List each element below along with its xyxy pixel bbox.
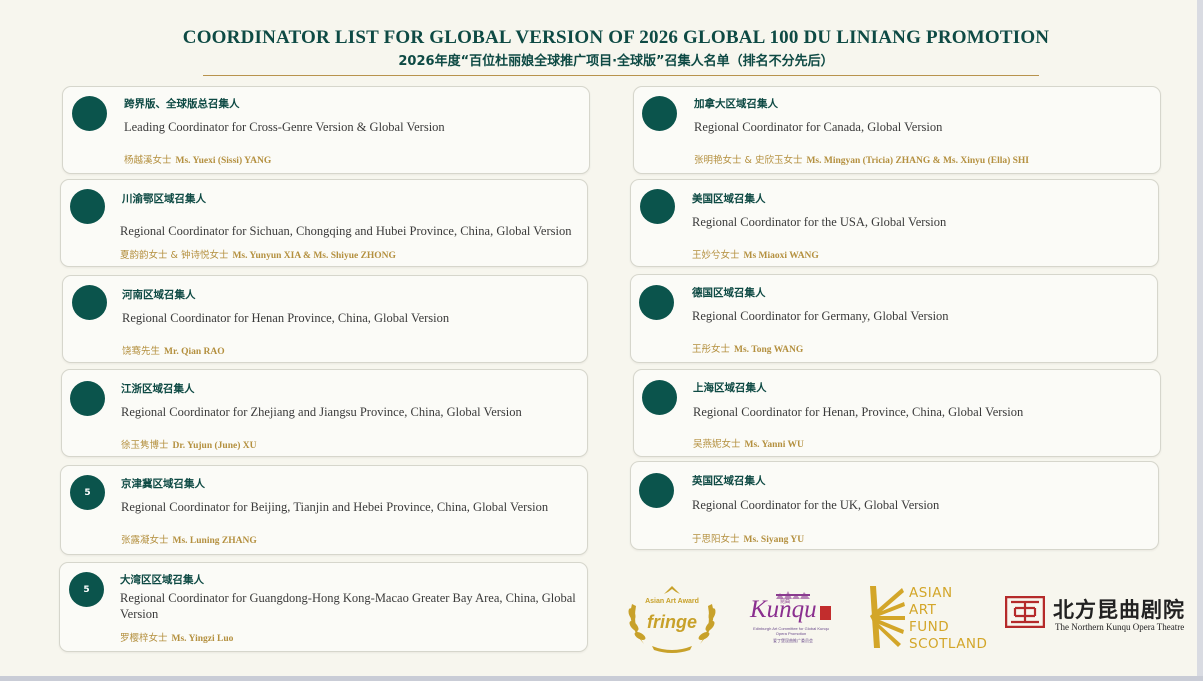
role-en: Regional Coordinator for the USA, Global… [692, 215, 947, 229]
role-cn: 加拿大区域召集人 [694, 98, 778, 110]
role-en: Regional Coordinator for the UK, Global … [692, 498, 940, 512]
coordinator-name: 张明艳女士 & 史欣玉女士 Ms. Mingyan (Tricia) ZHANG … [694, 155, 1030, 166]
badge-dot [639, 285, 674, 320]
badge-dot [642, 96, 677, 131]
kunqu-logo: 昆曲 Kunqu Edinburgh Art Committee for Glo… [750, 586, 836, 646]
fringe-wordmark: fringe [646, 612, 697, 632]
coordinator-card: 5 大湾区区域召集人 Regional Coordinator for Guan… [59, 562, 588, 652]
asian-art-fund-logo: ASIAN ART FUND SCOTLAND [866, 584, 988, 654]
coordinator-name: 罗樱梓女士 Ms. Yingzi Luo [120, 633, 234, 644]
coordinator-name: 杨越溪女士 Ms. Yuexi (Sissi) YANG [124, 155, 272, 166]
role-cn: 德国区域召集人 [692, 287, 766, 299]
role-en: Regional Coordinator for Canada, Global … [694, 120, 943, 134]
role-cn: 河南区域召集人 [122, 289, 196, 301]
kunqu-skyline-icon [776, 586, 810, 599]
kunqu-seal-icon [820, 606, 831, 620]
coordinator-name: 王彤女士 Ms. Tong WANG [692, 344, 804, 355]
badge-dot [70, 189, 105, 224]
coordinator-card: 跨界版、全球版总召集人 Leading Coordinator for Cros… [62, 86, 590, 174]
role-cn: 大湾区区域召集人 [120, 574, 204, 586]
coordinator-card: 美国区域召集人 Regional Coordinator for the USA… [630, 179, 1159, 267]
page-title: COORDINATOR LIST FOR GLOBAL VERSION OF 2… [182, 27, 1050, 48]
nkot-name-cn: 北方昆曲剧院 [1053, 597, 1185, 622]
kunqu-wordmark: Kunqu [750, 596, 817, 623]
northern-kunqu-logo: 北方昆曲剧院 The Northern Kunqu Opera Theatre [1005, 596, 1195, 636]
aaf-line-3: FUND [909, 619, 950, 635]
fringe-award-label: Asian Art Award [645, 598, 699, 605]
coordinator-name: 吴燕妮女士 Ms. Yanni WU [693, 439, 804, 450]
role-en: Regional Coordinator for Beijing, Tianji… [121, 500, 549, 514]
sunburst-icon [870, 586, 905, 648]
role-cn: 川渝鄂区域召集人 [122, 193, 206, 205]
kunqu-subtitle-cn: 爱丁堡昆曲推广委员会 [773, 638, 813, 643]
coordinator-card: 上海区域召集人 Regional Coordinator for Henan, … [633, 369, 1161, 457]
coordinator-card: 英国区域召集人 Regional Coordinator for the UK,… [630, 461, 1159, 550]
role-cn: 英国区域召集人 [692, 475, 766, 487]
coordinator-name: 饶骞先生 Mr. Qian RAO [122, 346, 225, 357]
coordinator-card: 德国区域召集人 Regional Coordinator for Germany… [630, 274, 1158, 363]
role-cn: 上海区域召集人 [693, 382, 767, 394]
coordinator-name: 张露凝女士 Ms. Luning ZHANG [121, 535, 257, 546]
title-divider [203, 75, 1039, 76]
badge-dot [70, 381, 105, 416]
role-en: Regional Coordinator for Guangdong-Hong … [120, 591, 576, 621]
aaf-line-2: ART [909, 602, 937, 618]
coordinator-card: 5 京津冀区域召集人 Regional Coordinator for Beij… [60, 465, 588, 555]
role-cn: 京津冀区域召集人 [121, 478, 205, 490]
page-edge [1197, 0, 1203, 681]
coordinator-card: 川渝鄂区域召集人 Regional Coordinator for Sichua… [60, 179, 588, 267]
coordinator-name: 于思阳女士 Ms. Siyang YU [692, 534, 805, 545]
role-cn: 美国区域召集人 [692, 193, 766, 205]
fringe-logo: Asian Art Award fringe [622, 584, 722, 654]
coordinator-card: 加拿大区域召集人 Regional Coordinator for Canada… [633, 86, 1161, 174]
badge-dot [72, 285, 107, 320]
badge-dot [642, 380, 677, 415]
badge-dot [640, 189, 675, 224]
badge-dot: 5 [69, 572, 104, 607]
aaf-line-4: SCOTLAND [909, 636, 988, 652]
aaf-line-1: ASIAN [909, 585, 953, 601]
role-cn: 跨界版、全球版总召集人 [124, 98, 240, 110]
coordinator-name: 徐玉隽博士 Dr. Yujun (June) XU [121, 440, 257, 451]
badge-dot [639, 473, 674, 508]
role-cn: 江浙区域召集人 [121, 383, 195, 395]
page-subtitle: 2026年度“百位杜丽娘全球推广项目·全球版”召集人名单（排名不分先后） [398, 54, 834, 69]
nkot-name-en: The Northern Kunqu Opera Theatre [1055, 622, 1185, 632]
seal-pattern-icon [1005, 596, 1045, 628]
coordinator-card: 江浙区域召集人 Regional Coordinator for Zhejian… [61, 369, 588, 457]
role-en: Regional Coordinator for Henan, Province… [693, 405, 1024, 419]
role-en: Regional Coordinator for Germany, Global… [692, 309, 949, 323]
coordinator-name: 夏韵韵女士 & 钟诗悦女士 Ms. Yunyun XIA & Ms. Shiyue… [120, 250, 396, 261]
role-en: Regional Coordinator for Sichuan, Chongq… [120, 224, 572, 238]
role-en: Leading Coordinator for Cross-Genre Vers… [124, 120, 445, 134]
badge-dot [72, 96, 107, 131]
role-en: Regional Coordinator for Henan Province,… [122, 311, 450, 325]
page-edge-bottom [0, 676, 1203, 681]
coordinator-name: 王妙兮女士 Ms Miaoxi WANG [692, 250, 819, 261]
role-en: Regional Coordinator for Zhejiang and Ji… [121, 405, 522, 419]
kunqu-subtitle: Edinburgh Art Committee for Global Kunqu… [753, 626, 829, 636]
badge-dot: 5 [70, 475, 105, 510]
coordinator-card: 河南区域召集人 Regional Coordinator for Henan P… [62, 275, 588, 363]
